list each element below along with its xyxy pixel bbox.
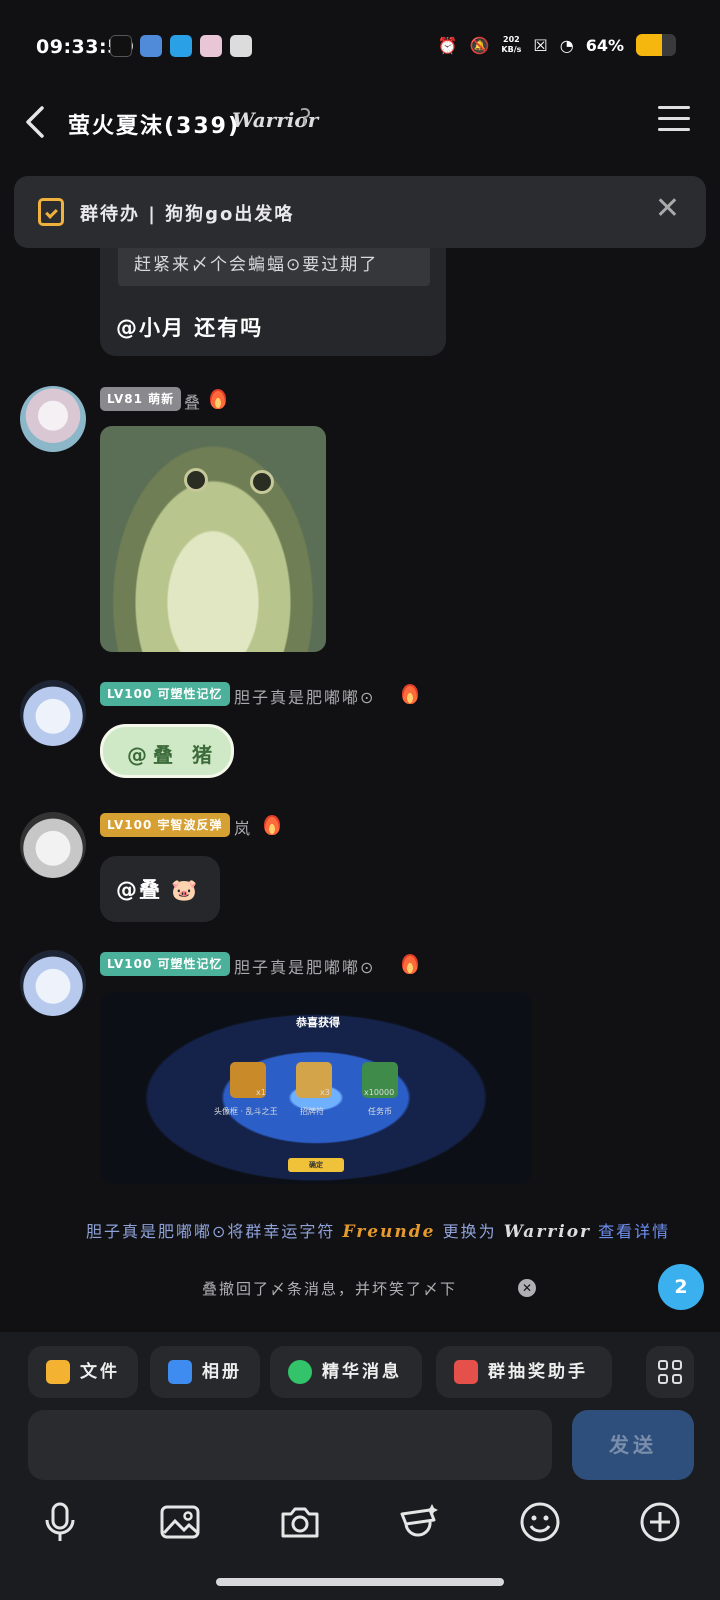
emoji-icon[interactable] xyxy=(518,1500,562,1544)
system-notice-prefix: 胆子真是肥嘟嘟⊙将群幸运字符 xyxy=(86,1222,336,1241)
sender-name[interactable]: 叠 xyxy=(184,389,202,413)
flame-icon xyxy=(402,954,418,974)
message-input[interactable] xyxy=(28,1410,552,1480)
chat-title[interactable]: 萤火夏沫(339) xyxy=(68,108,240,140)
reward-label: 招牌符 xyxy=(300,1107,324,1116)
image-message-game[interactable]: 恭喜获得 头像框 · 乱斗之王 招牌符 任务币 x1 x3 x10000 确定 xyxy=(100,992,532,1184)
todo-clipboard-icon xyxy=(38,198,64,226)
magic-sticker-icon[interactable] xyxy=(396,1500,440,1544)
level-badge: LV81 萌新 xyxy=(100,387,182,411)
ear-icon[interactable]: ʔ xyxy=(300,106,311,131)
menu-button[interactable] xyxy=(658,106,690,132)
sender-name[interactable]: 胆子真是肥嘟嘟⊙ xyxy=(234,684,375,708)
back-button[interactable] xyxy=(22,102,52,142)
gift-icon xyxy=(454,1360,478,1384)
avatar[interactable] xyxy=(20,386,86,452)
quick-action-files[interactable]: 文件 xyxy=(28,1346,138,1398)
reward-label: 任务币 xyxy=(368,1107,392,1116)
quick-action-label: 文件 xyxy=(80,1362,120,1382)
app-cyan-icon xyxy=(170,35,192,57)
status-right: ⏰ 🔕 202 KB/s ☒ ◔ 64% xyxy=(438,34,676,56)
group-todo-banner[interactable]: 群待办 | 狗狗go出发咯 ✕ xyxy=(14,176,706,248)
reward-label: 头像框 · 乱斗之王 xyxy=(214,1107,278,1116)
folder-icon xyxy=(46,1360,70,1384)
home-indicator[interactable] xyxy=(216,1578,504,1586)
alarm-icon: ⏰ xyxy=(437,35,458,55)
quick-action-lottery[interactable]: 群抽奖助手 xyxy=(436,1346,612,1398)
plus-icon[interactable] xyxy=(638,1500,682,1544)
telegram-icon xyxy=(230,35,252,57)
flame-icon xyxy=(210,389,226,409)
quick-action-label: 精华消息 xyxy=(322,1362,402,1382)
level-badge: LV100 宇智波反弹 xyxy=(100,813,230,837)
sticker-message[interactable]: @叠 猪 xyxy=(100,724,234,778)
reward-count: x3 xyxy=(320,1088,330,1097)
quoted-text: 赶紧来〆个会蝙蝠⊙要过期了 xyxy=(134,255,379,275)
reward-count: x1 xyxy=(256,1088,266,1097)
image-picker-icon[interactable] xyxy=(158,1500,202,1544)
sticker-text: @叠 猪 xyxy=(127,743,218,767)
no-sim-icon: ☒ xyxy=(533,35,548,55)
level-badge: LV100 可塑性记忆 xyxy=(100,682,230,706)
avatar[interactable] xyxy=(20,812,86,878)
quick-action-album[interactable]: 相册 xyxy=(150,1346,260,1398)
sender-name[interactable]: 胆子真是肥嘟嘟⊙ xyxy=(234,954,375,978)
quick-action-label: 群抽奖助手 xyxy=(488,1362,588,1382)
new-lucky-badge: Warrior xyxy=(503,1222,591,1242)
wifi-icon: ◔ xyxy=(559,35,574,55)
app-blue-icon xyxy=(140,35,162,57)
reward-count: x10000 xyxy=(364,1088,395,1097)
more-apps-button[interactable] xyxy=(646,1346,694,1398)
quick-action-label: 相册 xyxy=(202,1362,242,1382)
photo-album-icon xyxy=(168,1360,192,1384)
app-pink-icon xyxy=(200,35,222,57)
message-text: @叠 🐷 xyxy=(116,878,200,902)
frog-eye xyxy=(184,468,208,492)
mute-icon: 🔕 xyxy=(469,35,490,55)
level-badge: LV100 可塑性记忆 xyxy=(100,952,230,976)
send-button[interactable]: 发送 xyxy=(572,1410,694,1480)
frog-eye xyxy=(250,470,274,494)
notification-icons xyxy=(110,35,252,57)
microphone-icon[interactable] xyxy=(38,1500,82,1544)
battery-percent: 64% xyxy=(585,35,624,55)
grid-icon xyxy=(658,1360,682,1384)
close-icon[interactable]: ✕ xyxy=(655,194,680,224)
camera-icon[interactable] xyxy=(278,1500,322,1544)
tiktok-icon xyxy=(110,35,132,57)
message-text-first: @小月 还有吗 xyxy=(116,316,264,340)
system-notice-middle: 更换为 xyxy=(442,1222,497,1241)
flame-icon xyxy=(264,815,280,835)
game-reward-title: 恭喜获得 xyxy=(296,1016,340,1029)
unread-count-bubble[interactable]: 2 xyxy=(658,1264,704,1310)
battery-icon xyxy=(636,34,676,56)
sender-name[interactable]: 岚 xyxy=(234,815,252,839)
view-details-link[interactable]: 查看详情 xyxy=(598,1222,670,1241)
avatar[interactable] xyxy=(20,950,86,1016)
star-chat-icon xyxy=(288,1360,312,1384)
avatar[interactable] xyxy=(20,680,86,746)
quick-action-essence[interactable]: 精华消息 xyxy=(270,1346,422,1398)
todo-text: 群待办 | 狗狗go出发咯 xyxy=(80,204,295,225)
system-notice-lucky-char: 胆子真是肥嘟嘟⊙将群幸运字符 Freunde 更换为 Warrior 查看详情 xyxy=(86,1218,670,1242)
old-lucky-badge: Freunde xyxy=(342,1222,436,1242)
image-message-frog[interactable] xyxy=(100,426,326,652)
game-confirm-button: 确定 xyxy=(288,1158,344,1172)
status-bar: 09:33:59 ⏰ 🔕 202 KB/s ☒ ◔ 64% xyxy=(0,0,720,96)
net-speed: 202 KB/s xyxy=(501,35,522,54)
recall-notice: 叠撤回了〆条消息，并坏笑了〆下 xyxy=(202,1280,458,1298)
flame-icon xyxy=(402,684,418,704)
recall-close-icon[interactable]: ✕ xyxy=(518,1279,536,1297)
